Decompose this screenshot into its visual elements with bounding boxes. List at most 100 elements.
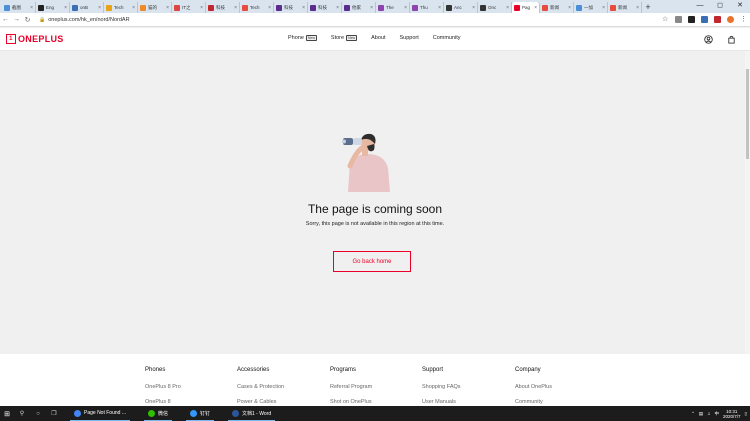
extension-icon[interactable]: [688, 16, 695, 23]
cart-icon[interactable]: [727, 35, 736, 44]
tab-close-icon[interactable]: ×: [302, 5, 305, 11]
tab-close-icon[interactable]: ×: [30, 5, 33, 11]
page-title: The page is coming soon: [307, 202, 443, 216]
tab-close-icon[interactable]: ×: [336, 5, 339, 11]
browser-tab[interactable]: 他家 ×: [342, 2, 376, 13]
browser-tab[interactable]: 新闻 ×: [540, 2, 574, 13]
go-back-home-button[interactable]: Go back home: [333, 251, 411, 272]
tab-close-icon[interactable]: ×: [166, 5, 169, 11]
nav-item-support[interactable]: Support: [399, 35, 418, 41]
tab-close-icon[interactable]: ×: [64, 5, 67, 11]
scrollbar-thumb[interactable]: [746, 69, 749, 159]
profile-avatar[interactable]: [727, 16, 734, 23]
tab-label: Tech: [250, 5, 260, 10]
footer-link[interactable]: OnePlus 8 Pro: [145, 384, 181, 390]
app-icon: [74, 409, 81, 417]
clock[interactable]: 10:31 2020/7/7: [723, 409, 741, 419]
footer-link[interactable]: Referral Program: [330, 384, 372, 390]
footer-link[interactable]: Community: [515, 399, 552, 405]
footer-link[interactable]: Shot on OnePlus: [330, 399, 372, 405]
browser-tab[interactable]: The ×: [376, 2, 410, 13]
browser-tab[interactable]: Thu ×: [410, 2, 444, 13]
browser-tab[interactable]: Anc ×: [444, 2, 478, 13]
browser-tab[interactable]: 科技 ×: [274, 2, 308, 13]
app-label: 微信: [157, 410, 168, 417]
tab-label: Anc: [454, 5, 462, 10]
task-view-icon[interactable]: ❐: [46, 410, 62, 417]
oneplus-logo[interactable]: 1 ONEPLUS: [6, 34, 64, 44]
extension-icon[interactable]: [714, 16, 721, 23]
footer-link[interactable]: OnePlus 8: [145, 399, 181, 405]
tab-close-icon[interactable]: ×: [132, 5, 135, 11]
nav-item-store[interactable]: Store New: [331, 35, 358, 41]
search-icon[interactable]: ⚲: [14, 410, 30, 417]
tab-close-icon[interactable]: ×: [472, 5, 475, 11]
browser-tab[interactable]: onB ×: [70, 2, 104, 13]
reload-icon[interactable]: ↻: [22, 16, 33, 24]
footer-link[interactable]: About OnePlus: [515, 384, 552, 390]
star-icon[interactable]: ☆: [662, 16, 669, 23]
volume-icon[interactable]: ♫: [707, 411, 710, 416]
tab-favicon-icon: [542, 4, 548, 11]
account-icon[interactable]: [704, 35, 713, 44]
tab-close-icon[interactable]: ×: [268, 5, 271, 11]
tab-close-icon[interactable]: ×: [200, 5, 203, 11]
back-icon[interactable]: ←: [0, 16, 11, 23]
browser-tab[interactable]: Eng ×: [36, 2, 70, 13]
close-icon[interactable]: ✕: [730, 0, 750, 13]
tab-label: Eng: [46, 5, 55, 10]
browser-tab[interactable]: 科技 ×: [206, 2, 240, 13]
notification-icon[interactable]: ▯: [745, 411, 747, 417]
tab-close-icon[interactable]: ×: [602, 5, 605, 11]
tab-close-icon[interactable]: ×: [98, 5, 101, 11]
tab-close-icon[interactable]: ×: [370, 5, 373, 11]
footer-link[interactable]: Power & Cables: [237, 399, 284, 405]
tab-close-icon[interactable]: ×: [404, 5, 407, 11]
address-bar[interactable]: 🔒 oneplus.com/hk_en/nord/NordAR: [39, 15, 654, 25]
minimize-icon[interactable]: —: [690, 0, 710, 13]
tab-favicon-icon: [242, 4, 248, 11]
tab-close-icon[interactable]: ×: [438, 5, 441, 11]
browser-tab[interactable]: IT之 ×: [172, 2, 206, 13]
logo-mark: 1: [6, 34, 16, 44]
scrollbar[interactable]: [745, 51, 750, 406]
extension-icon[interactable]: [675, 16, 682, 23]
browser-tab[interactable]: 猫的 ×: [138, 2, 172, 13]
browser-tab[interactable]: 一加 ×: [574, 2, 608, 13]
new-tab-icon[interactable]: +: [642, 2, 654, 13]
tab-favicon-icon: [412, 4, 418, 11]
browser-tab[interactable]: Pag ×: [512, 2, 540, 13]
browser-tab[interactable]: 科技 ×: [308, 2, 342, 13]
tab-close-icon[interactable]: ×: [568, 5, 571, 11]
browser-tab[interactable]: Onc ×: [478, 2, 512, 13]
windows-start-icon[interactable]: ⊞: [0, 410, 14, 418]
tab-close-icon[interactable]: ×: [506, 5, 509, 11]
footer-link[interactable]: Cases & Protection: [237, 384, 284, 390]
nav-item-community[interactable]: Community: [433, 35, 461, 41]
nav-item-label: Phone: [288, 35, 304, 41]
footer-link[interactable]: User Manuals: [422, 399, 461, 405]
browser-tab[interactable]: 新闻 ×: [608, 2, 642, 13]
tray-chevron-icon[interactable]: ⌃: [691, 411, 695, 417]
taskbar-app[interactable]: 钉钉: [186, 406, 215, 421]
logo-text: ONEPLUS: [18, 34, 64, 44]
taskbar-app[interactable]: 文档1 - Word: [228, 406, 276, 421]
footer-link[interactable]: Shopping FAQs: [422, 384, 461, 390]
browser-tab[interactable]: Tech ×: [104, 2, 138, 13]
browser-tab[interactable]: 截图 ×: [2, 2, 36, 13]
taskbar-app[interactable]: Page Not Found ...: [70, 406, 130, 421]
tab-close-icon[interactable]: ×: [636, 5, 639, 11]
ime-indicator[interactable]: 中: [714, 411, 719, 417]
nav-item-about[interactable]: About: [371, 35, 385, 41]
taskbar-app[interactable]: 微信: [143, 406, 172, 421]
maximize-icon[interactable]: ◻: [710, 0, 730, 13]
network-icon[interactable]: ▤: [699, 411, 703, 417]
extension-icon[interactable]: [701, 16, 708, 23]
menu-icon[interactable]: ⋮: [740, 16, 747, 23]
nav-item-phone[interactable]: Phone New: [288, 35, 317, 41]
tab-close-icon[interactable]: ×: [534, 5, 537, 11]
forward-icon[interactable]: →: [11, 16, 22, 23]
tab-close-icon[interactable]: ×: [234, 5, 237, 11]
cortana-icon[interactable]: ○: [30, 411, 46, 417]
browser-tab[interactable]: Tech ×: [240, 2, 274, 13]
